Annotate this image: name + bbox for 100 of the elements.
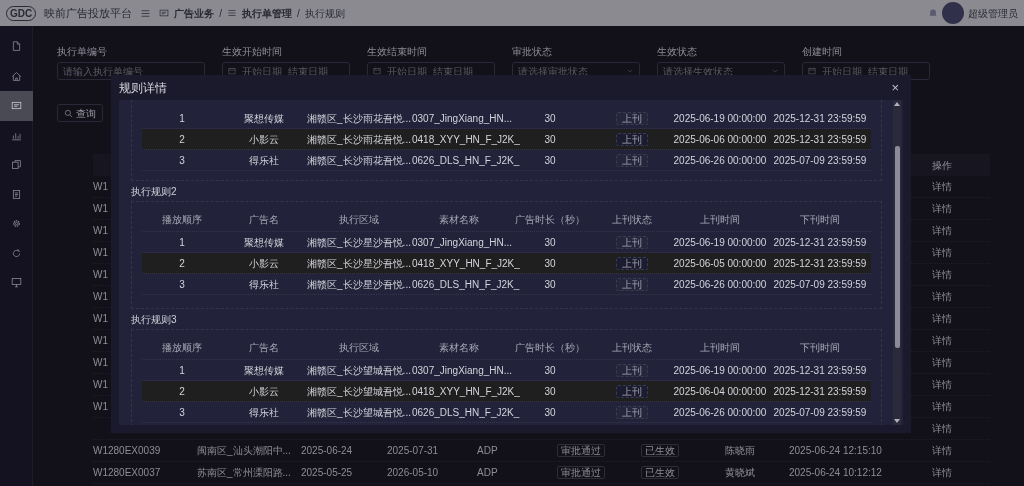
detail-link[interactable]: 详情 [932, 467, 952, 478]
table-cell: 0418_XYY_HN_F_J2K_ [412, 385, 520, 397]
calendar-icon [808, 67, 816, 75]
detail-link[interactable]: 详情 [932, 445, 952, 456]
table-cell: 2025-12-31 23:59:59 [773, 112, 867, 124]
column-header: 上刊状态 [612, 342, 652, 353]
table-cell: 2025-06-26 00:00:00 [673, 278, 767, 290]
detail-link[interactable]: 详情 [932, 401, 952, 412]
chevron-down-icon [771, 67, 779, 75]
bell-icon [928, 8, 938, 18]
status-tag: 上刊 [616, 235, 648, 249]
table-cell: W1 [93, 357, 108, 368]
scrollbar[interactable] [893, 100, 901, 425]
breadcrumb-link[interactable]: 广告业务 [174, 5, 215, 21]
table-cell: 30 [544, 236, 556, 248]
status-tag: 已生效 [641, 466, 679, 479]
user-name[interactable]: 超级管理员 [968, 5, 1018, 21]
table-cell: W1 [93, 335, 108, 346]
table-cell: 2025-06-24 10:12:12 [789, 467, 882, 478]
table-cell: 2 [179, 385, 185, 397]
table-cell: 0307_JingXiang_HN... [412, 364, 513, 376]
table-cell: W1 [93, 313, 108, 324]
column-header: 下刊时间 [800, 342, 840, 353]
table-cell: 2025-12-31 23:59:59 [773, 133, 867, 145]
table-cell: 2025-12-31 23:59:59 [773, 257, 867, 269]
column-header: 上刊时间 [700, 214, 740, 225]
table-cell: 3 [179, 154, 185, 166]
table-cell: 0418_XYY_HN_F_J2K_ [412, 133, 520, 145]
table-cell: 30 [544, 406, 556, 418]
table-cell: 黄晓斌 [725, 467, 755, 478]
breadcrumb-separator: / [297, 6, 300, 21]
table-cell: 30 [544, 278, 556, 290]
detail-link[interactable]: 详情 [932, 181, 952, 192]
table-cell: 2025-06-05 00:00:00 [673, 257, 767, 269]
table-cell: 2025-06-19 00:00:00 [673, 112, 767, 124]
table-cell: 0307_JingXiang_HN... [412, 112, 513, 124]
table-cell: W1 [93, 247, 108, 258]
monitor-icon [10, 277, 22, 289]
table-cell: W1 [93, 269, 108, 280]
table-cell: 小影云 [249, 385, 279, 397]
detail-link[interactable]: 详情 [932, 313, 952, 324]
close-button[interactable]: × [889, 80, 901, 95]
detail-link[interactable]: 详情 [932, 379, 952, 390]
table-cell: 2025-07-31 [387, 445, 439, 456]
status-tag: 上刊 [616, 363, 648, 377]
table-cell: 2025-12-31 23:59:59 [773, 385, 867, 397]
board-icon [10, 100, 22, 112]
table-cell: 1 [179, 112, 185, 124]
table-cell: 2025-07-09 23:59:59 [773, 278, 867, 290]
detail-link[interactable]: 详情 [932, 423, 952, 434]
table-cell: 聚想传媒 [244, 236, 284, 248]
table-cell: 0626_DLS_HN_F_J2K_ [412, 406, 520, 418]
table-cell: 1 [179, 236, 185, 248]
detail-link[interactable]: 详情 [932, 335, 952, 346]
detail-link[interactable]: 详情 [932, 291, 952, 302]
status-tag: 已生效 [641, 444, 679, 457]
status-tag: 上刊 [616, 277, 648, 291]
table-cell: 2025-06-06 00:00:00 [673, 133, 767, 145]
column-header: 上刊状态 [612, 214, 652, 225]
status-tag: 上刊 [616, 132, 648, 146]
table-cell: 湘赣区_长沙望城吾悦... [307, 406, 411, 418]
column-header: 操作 [932, 158, 952, 173]
document-icon [10, 41, 22, 53]
detail-link[interactable]: 详情 [932, 203, 952, 214]
detail-link[interactable]: 详情 [932, 225, 952, 236]
table-cell: 3 [179, 406, 185, 418]
column-header: 播放顺序 [162, 342, 202, 353]
table-cell: 2025-06-24 [301, 445, 353, 456]
table-cell: 0307_JingXiang_HN... [412, 236, 513, 248]
detail-link[interactable]: 详情 [932, 357, 952, 368]
breadcrumb-link[interactable]: 执行单管理 [242, 5, 292, 21]
sidebar-item[interactable] [0, 91, 33, 121]
table-cell: 湘赣区_长沙雨花吾悦... [307, 133, 411, 145]
detail-link[interactable]: 详情 [932, 269, 952, 280]
table-cell: 湘赣区_长沙星沙吾悦... [307, 257, 411, 269]
breadcrumb-separator: / [219, 6, 222, 21]
menu-icon[interactable] [140, 7, 152, 19]
status-tag: 审批通过 [557, 466, 605, 479]
status-tag: 上刊 [616, 153, 648, 167]
list-icon [227, 8, 237, 18]
column-header: 播放顺序 [162, 214, 202, 225]
modal-title: 规则详情 [119, 79, 167, 97]
table-cell: 聚想传媒 [244, 112, 284, 124]
table-cell: 2025-07-09 23:59:59 [773, 154, 867, 166]
table-cell: 2 [179, 257, 185, 269]
query-button[interactable]: 查询 [57, 104, 103, 122]
table-cell: W1 [93, 379, 108, 390]
table-cell: 陈晓雨 [725, 445, 755, 456]
table-cell: W1280EX0037 [93, 467, 161, 478]
column-header: 上刊时间 [700, 342, 740, 353]
column-header: 广告名 [249, 214, 279, 225]
detail-link[interactable]: 详情 [932, 247, 952, 258]
avatar[interactable] [942, 2, 964, 24]
table-cell: 2025-12-31 23:59:59 [773, 236, 867, 248]
table-cell: 小影云 [249, 257, 279, 269]
table-cell: 2025-06-19 00:00:00 [673, 364, 767, 376]
column-header: 广告时长（秒） [515, 214, 585, 225]
calendar-icon [228, 67, 236, 75]
search-icon [64, 108, 73, 118]
table-cell: 0626_DLS_HN_F_J2K_ [412, 154, 520, 166]
